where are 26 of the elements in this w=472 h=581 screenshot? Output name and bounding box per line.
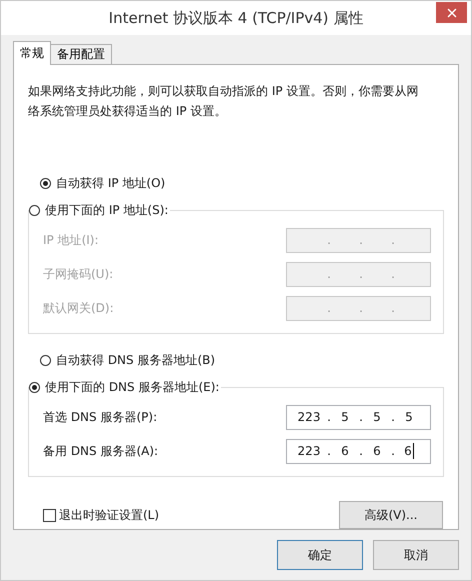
field-label: 子网掩码(U): bbox=[43, 266, 114, 282]
text-cursor bbox=[412, 443, 414, 459]
ip-address-field[interactable]: 223 . 6 . 6 . 6 bbox=[286, 438, 431, 464]
ok-button[interactable]: 确定 bbox=[277, 540, 363, 570]
tab[interactable]: 常规 bbox=[13, 41, 51, 65]
cancel-button[interactable]: 取消 bbox=[373, 540, 459, 570]
option-label: 自动获得 DNS 服务器地址(B) bbox=[56, 352, 216, 369]
close-button[interactable] bbox=[436, 2, 467, 23]
field-label: IP 地址(I): bbox=[43, 232, 99, 248]
option-label: 使用下面的 IP 地址(S): bbox=[45, 202, 168, 219]
checkbox-label: 退出时验证设置(L) bbox=[59, 506, 160, 524]
radio-button[interactable] bbox=[29, 205, 40, 216]
advanced-button[interactable]: 高级(V)... bbox=[339, 501, 443, 529]
description-text: 如果网络支持此功能，则可以获取自动指派的 IP 设置。否则，你需要从网络系统管理员处获得适当的 IP 设置。 bbox=[28, 83, 420, 120]
tab[interactable]: 备用配置 bbox=[50, 44, 112, 65]
option-label: 自动获得 IP 地址(O) bbox=[56, 175, 166, 192]
window-title: Internet 协议版本 4 (TCP/IPv4) 属性 bbox=[108, 8, 364, 28]
field-label: 首选 DNS 服务器(P): bbox=[43, 408, 158, 426]
field-label: 备用 DNS 服务器(A): bbox=[43, 442, 158, 460]
radio-button[interactable] bbox=[40, 355, 51, 366]
radio-button[interactable] bbox=[29, 382, 40, 393]
ip-address-field[interactable]: 223 . 5 . 5 . 5 bbox=[286, 404, 431, 430]
field-label: 默认网关(D): bbox=[43, 300, 114, 316]
option-label: 使用下面的 DNS 服务器地址(E): bbox=[45, 379, 220, 396]
radio-button[interactable] bbox=[40, 178, 51, 189]
checkbox[interactable] bbox=[43, 508, 56, 522]
